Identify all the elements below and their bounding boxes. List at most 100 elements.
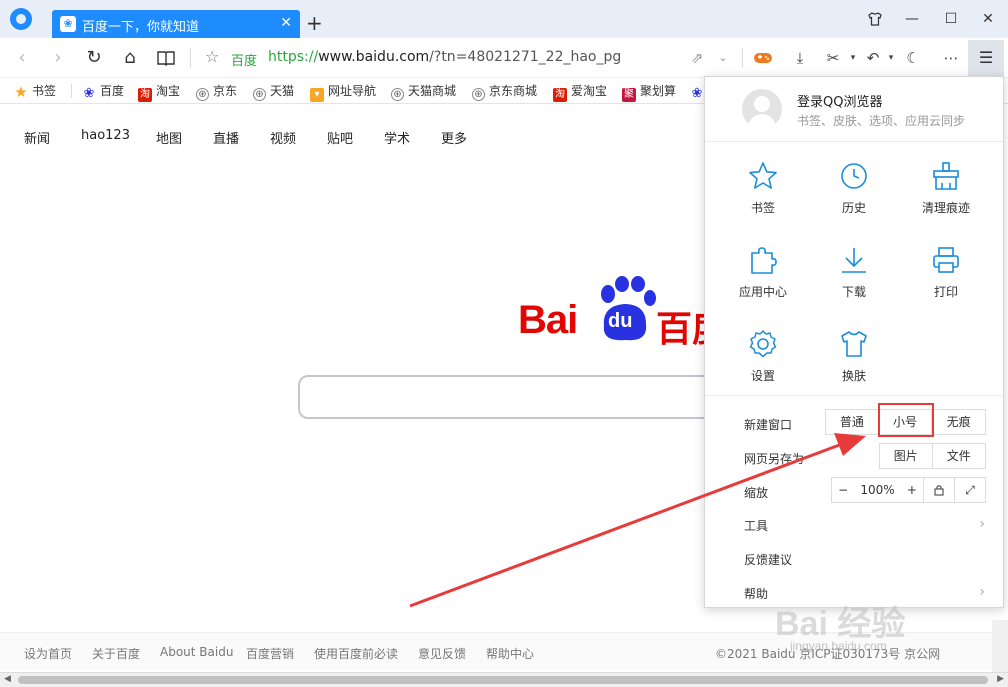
horizontal-scrollbar[interactable]: ◀ ▶ [0, 672, 1008, 687]
nav-link[interactable]: 直播 [213, 128, 239, 147]
back-icon[interactable]: ‹ [10, 46, 34, 70]
bookmark-item[interactable]: ▾ 网址导航 [310, 82, 376, 102]
qq-browser-logo-icon[interactable] [10, 8, 32, 30]
taobao-icon: 淘 [138, 88, 152, 102]
footer-link[interactable]: 百度营销 [246, 645, 294, 662]
login-title[interactable]: 登录QQ浏览器 [797, 91, 882, 110]
chevron-right-icon: › [979, 584, 985, 600]
globe-icon: ⊕ [472, 88, 485, 101]
avatar[interactable] [742, 89, 782, 129]
scrollbar-thumb[interactable] [18, 676, 988, 684]
bookmark-item[interactable]: ⊕ 京东 [196, 82, 237, 101]
nav-link[interactable]: 视频 [270, 128, 296, 147]
minimize-icon[interactable]: — [899, 8, 925, 30]
bookmark-item[interactable]: ⊕ 天猫商城 [391, 82, 456, 101]
menu-print-button[interactable]: 打印 [906, 245, 986, 313]
scroll-right-icon[interactable]: ▶ [997, 674, 1004, 684]
chevron-down-icon[interactable]: ⌄ [712, 47, 734, 69]
save-as-image-button[interactable]: 图片 [880, 444, 933, 468]
tab-title: 百度一下，你就知道 [82, 20, 200, 35]
share-icon[interactable]: ⇗ [686, 47, 708, 69]
menu-help[interactable]: 帮助 [744, 585, 768, 602]
more-icon[interactable]: ⋯ [940, 47, 962, 69]
footer-link[interactable]: 关于百度 [92, 645, 140, 662]
gear-icon [749, 330, 777, 358]
nav-link[interactable]: 新闻 [24, 128, 50, 147]
printer-icon [933, 247, 959, 273]
nav-link[interactable]: 贴吧 [327, 128, 353, 147]
menu-clear-traces-button[interactable]: 清理痕迹 [906, 161, 986, 229]
night-mode-moon-icon[interactable]: ☾ [902, 47, 924, 69]
scroll-left-icon[interactable]: ◀ [4, 674, 11, 684]
save-as-file-button[interactable]: 文件 [933, 444, 986, 468]
menu-skin-button[interactable]: 换肤 [814, 329, 894, 397]
bookmark-item[interactable]: ★ 书签 [14, 82, 56, 100]
menu-app-center-button[interactable]: 应用中心 [723, 245, 803, 313]
refresh-icon[interactable]: ↻ [82, 46, 106, 70]
footer-link[interactable]: 设为首页 [24, 645, 72, 662]
menu-tools[interactable]: 工具 [744, 517, 768, 534]
download-icon[interactable]: ⤓ [789, 47, 811, 69]
divider [190, 48, 191, 68]
site-label: 百度 [231, 54, 258, 69]
footer-link[interactable]: About Baidu [160, 645, 233, 659]
divider [705, 141, 1003, 142]
zoom-out-button[interactable]: − [838, 478, 848, 502]
main-menu-button[interactable]: ☰ [968, 40, 1004, 76]
vertical-scrollbar[interactable] [992, 620, 1008, 672]
menu-bookmarks-button[interactable]: 书签 [723, 161, 803, 229]
footer-link[interactable]: 使用百度前必读 [314, 645, 398, 662]
watermark-logo: Bai 经验 [775, 605, 906, 643]
fullscreen-icon[interactable]: ⤢ [955, 478, 985, 502]
forward-icon[interactable]: › [46, 46, 70, 70]
address-bar[interactable]: https://www.baidu.com/?tn=48021271_22_ha… [268, 49, 621, 65]
footer-link[interactable]: 帮助中心 [486, 645, 534, 662]
bookmark-item[interactable]: ❀ 百度 [82, 82, 124, 101]
chevron-down-icon[interactable]: ▾ [880, 47, 902, 69]
globe-icon: ⊕ [196, 88, 209, 101]
new-window-normal-button[interactable]: 普通 [826, 410, 879, 434]
zoom-label: 缩放 [744, 486, 769, 500]
nav-link[interactable]: 更多 [441, 128, 467, 147]
zoom-value: 100% [860, 483, 895, 497]
game-controller-icon[interactable] [752, 47, 774, 69]
menu-history-button[interactable]: 历史 [814, 161, 894, 229]
close-tab-icon[interactable]: ✕ [280, 15, 292, 31]
bookmark-item[interactable]: ⊕ 天猫 [253, 82, 294, 101]
login-subtitle: 书签、皮肤、选项、应用云同步 [797, 114, 966, 128]
broom-icon [933, 162, 959, 190]
zoom-in-button[interactable]: + [907, 478, 917, 502]
nav-link[interactable]: 学术 [384, 128, 410, 147]
paw-icon: ❀ [60, 16, 76, 32]
bookmark-item[interactable]: ⊕ 京东商城 [472, 82, 537, 101]
zoom-lock-icon[interactable] [924, 478, 955, 502]
search-input[interactable] [298, 375, 718, 419]
menu-feedback[interactable]: 反馈建议 [744, 551, 792, 568]
bookmark-item[interactable]: 淘爱淘宝 [553, 82, 607, 102]
globe-icon: ⊕ [391, 88, 404, 101]
reading-mode-icon[interactable] [154, 46, 178, 70]
screenshot-scissors-icon[interactable]: ✂ [822, 47, 844, 69]
divider [71, 84, 72, 98]
menu-download-button[interactable]: 下载 [814, 245, 894, 313]
chevron-down-icon[interactable]: ▾ [842, 47, 864, 69]
new-tab-plus-icon[interactable]: + [306, 12, 323, 34]
juhuasuan-icon: 聚 [622, 88, 636, 102]
close-window-icon[interactable]: ✕ [975, 8, 1001, 30]
new-window-incognito-button[interactable]: 无痕 [932, 410, 985, 434]
download-icon [842, 248, 866, 273]
menu-settings-button[interactable]: 设置 [723, 329, 803, 397]
home-icon[interactable]: ⌂ [118, 46, 142, 70]
nav-link[interactable]: hao123 [81, 128, 130, 143]
maximize-icon[interactable]: ☐ [938, 8, 964, 30]
tab-baidu[interactable]: ❀ 百度一下，你就知道 ✕ [52, 10, 300, 38]
divider [705, 395, 1003, 396]
bookmark-item[interactable]: 聚聚划算 [622, 82, 676, 102]
paw-icon: ❀ [83, 86, 95, 101]
watermark-url: jingyan.baidu.com [790, 639, 887, 653]
bookmark-item[interactable]: 淘淘宝 [138, 82, 180, 102]
nav-link[interactable]: 地图 [156, 128, 182, 147]
bookmark-star-icon[interactable]: ☆ [205, 47, 219, 66]
footer-link[interactable]: 意见反馈 [418, 645, 466, 662]
skin-shirt-icon[interactable] [862, 8, 888, 30]
